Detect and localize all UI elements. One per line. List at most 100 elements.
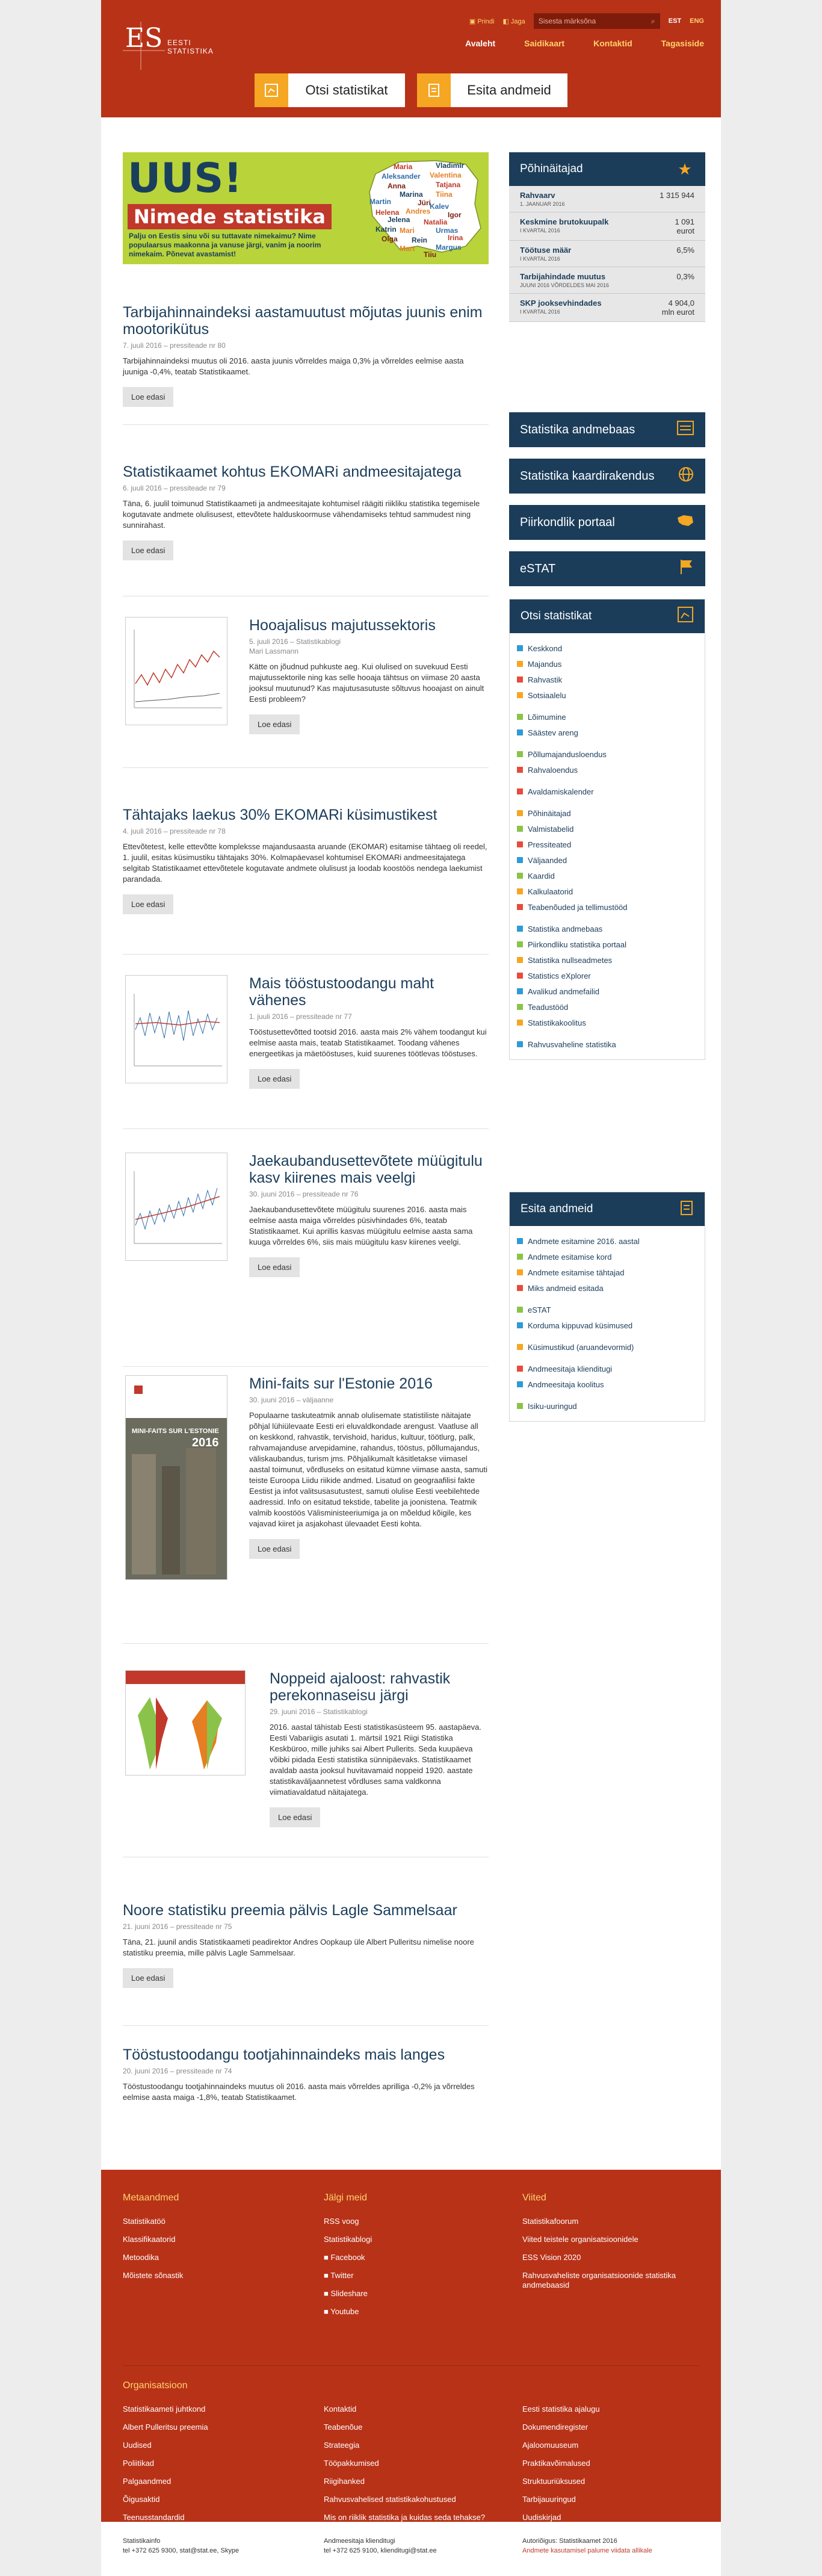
indicator-row[interactable]: SKP jooksevhindades I KVARTAL 2016 4 904,0… [509,294,705,322]
search-input[interactable]: Sisesta märksõna ⌕ [533,13,660,29]
sidebar-link[interactable]: Põllumajandusloendus [517,746,697,762]
footer-link[interactable]: Õigusaktid [123,2495,303,2504]
footer-link[interactable]: Dokumendiregister [522,2423,703,2432]
footer-link[interactable]: Klassifikaatorid [123,2235,303,2244]
bottom-contact[interactable]: tel +372 625 9300, stat@stat.ee, Skype [123,2546,239,2556]
read-more-button[interactable]: Loe edasi [123,387,174,407]
footer-link[interactable]: Statistikatöö [123,2217,303,2226]
sidebar-link[interactable]: Andmeesitaja klienditugi [517,1361,697,1376]
indicator-row[interactable]: Keskmine brutokuupalk I KVARTAL 2016 1 091… [509,212,705,241]
sidebar-link[interactable]: Teabenõuded ja tellimustööd [517,899,697,915]
tile-map-application[interactable]: Statistika kaardirakendus [509,459,705,494]
lang-eng[interactable]: ENG [690,17,704,25]
read-more-button[interactable]: Loe edasi [123,894,174,914]
article-title[interactable]: Mini-faits sur l'Estonie 2016 [249,1375,489,1392]
article-thumbnail-infographic[interactable] [125,1670,246,1776]
read-more-button[interactable]: Loe edasi [249,714,300,734]
sidebar-link[interactable]: Statistika nullseadmetes [517,952,697,968]
print-link[interactable]: ▣ Prindi [469,17,495,25]
publication-cover[interactable]: MINI-FAITS SUR L'ESTONIE 2016 [125,1375,227,1580]
names-statistics-banner[interactable]: UUS! Nimede statistika Palju on Eestis s… [123,152,489,264]
sidebar-link[interactable]: Väljaanded [517,852,697,868]
article-thumbnail-chart[interactable] [125,617,227,725]
sidebar-link[interactable]: Küsimustikud (aruandevormid) [517,1339,697,1355]
nav-contacts[interactable]: Kontaktid [593,39,632,48]
sidebar-link[interactable]: Keskkond [517,640,697,656]
footer-link[interactable]: Tööpakkumised [324,2459,516,2468]
article-title[interactable]: Noppeid ajaloost: rahvastik perekonnasei… [270,1670,489,1704]
article-title[interactable]: Mais tööstustoodangu maht vähenes [249,975,489,1009]
article-title[interactable]: Tähtajaks laekus 30% EKOMARi küsimustike… [123,807,489,823]
footer-link[interactable]: Ajaloomuuseum [522,2441,703,2450]
footer-link[interactable]: Rahvusvaheliste organisatsioonide statis… [522,2271,703,2290]
tile-regional-portal[interactable]: Piirkondlik portaal [509,505,705,540]
sidebar-link[interactable]: Avalikud andmefailid [517,983,697,999]
sidebar-link[interactable]: Sotsiaalelu [517,687,697,703]
footer-link[interactable]: ■ Youtube [324,2307,504,2317]
indicator-row[interactable]: Töötuse määr I KVARTAL 2016 6,5% [509,241,705,267]
footer-link[interactable]: Strateegia [324,2441,516,2450]
footer-link[interactable]: Teabenõue [324,2423,516,2432]
footer-link[interactable]: ■ Facebook [324,2253,504,2262]
read-more-button[interactable]: Loe edasi [123,540,174,560]
read-more-button[interactable]: Loe edasi [270,1807,321,1827]
footer-link[interactable]: Statistikafoorum [522,2217,703,2226]
lang-est[interactable]: EST [669,17,681,25]
share-link[interactable]: ◧ Jaga [502,17,525,25]
footer-link[interactable]: Rahvusvahelised statistikakohustused [324,2495,516,2504]
sidebar-link[interactable]: Pressiteated [517,837,697,852]
bottom-contact[interactable]: tel +372 625 9100, klienditugi@stat.ee [324,2546,437,2556]
sidebar-link[interactable]: Rahvaloendus [517,762,697,778]
sidebar-link[interactable]: Lõimumine [517,709,697,725]
sidebar-link[interactable]: Kalkulaatorid [517,884,697,899]
bottom-citation[interactable]: Andmete kasutamisel palume viidata allik… [522,2546,652,2556]
site-logo[interactable]: ES EESTI STATISTIKA [123,22,213,70]
sidebar-link[interactable]: Kaardid [517,868,697,884]
footer-link[interactable]: Struktuuriüksused [522,2477,703,2486]
search-icon[interactable]: ⌕ [651,17,655,26]
sidebar-link[interactable]: Korduma kippuvad küsimused [517,1317,697,1333]
sidebar-link[interactable]: Majandus [517,656,697,672]
sidebar-link[interactable]: Miks andmeid esitada [517,1280,697,1296]
article-title[interactable]: Jaekaubandusettevõtete müügitulu kasv ki… [249,1153,489,1186]
footer-link[interactable]: Uudiskirjad [522,2513,703,2522]
footer-link[interactable]: Metoodika [123,2253,303,2262]
footer-link[interactable]: Eesti statistika ajalugu [522,2404,703,2414]
footer-link[interactable]: Mis on riiklik statistika ja kuidas seda… [324,2513,516,2522]
footer-link[interactable]: Statistikablogi [324,2235,504,2244]
sidebar-link[interactable]: Statistika andmebaas [517,921,697,937]
footer-link[interactable]: RSS voog [324,2217,504,2226]
nav-home[interactable]: Avaleht [465,39,495,48]
indicator-row[interactable]: Rahvaarv 1. JAANUAR 2016 1 315 944 [509,186,705,212]
footer-link[interactable]: Teenusstandardid [123,2513,303,2522]
sidebar-link[interactable]: Statistics eXplorer [517,968,697,983]
sidebar-link[interactable]: Isiku-uuringud [517,1398,697,1414]
sidebar-link[interactable]: Põhinäitajad [517,805,697,821]
footer-link[interactable]: Riigihanked [324,2477,516,2486]
sidebar-link[interactable]: Andmeesitaja koolitus [517,1376,697,1392]
read-more-button[interactable]: Loe edasi [249,1539,300,1559]
find-statistics-button[interactable]: Otsi statistikat [255,73,405,107]
sidebar-link[interactable]: Rahvusvaheline statistika [517,1036,697,1052]
read-more-button[interactable]: Loe edasi [123,1968,174,1988]
sidebar-link[interactable]: Andmete esitamise kord [517,1249,697,1265]
tile-estat[interactable]: eSTAT [509,551,705,586]
article-title[interactable]: Statistikaamet kohtus EKOMARi andmeesita… [123,463,489,480]
footer-link[interactable]: Viited teistele organisatsioonidele [522,2235,703,2244]
tile-statistics-database[interactable]: Statistika andmebaas [509,412,705,447]
sidebar-link[interactable]: Valmistabelid [517,821,697,837]
footer-link[interactable]: Statistikaameti juhtkond [123,2404,303,2414]
sidebar-link[interactable]: Teadustööd [517,999,697,1015]
submit-data-button[interactable]: Esita andmeid [417,73,567,107]
indicator-row[interactable]: Tarbijahindade muutus JUUNI 2016 VÕRDELDE… [509,267,705,294]
footer-link[interactable]: Poliitikad [123,2459,303,2468]
sidebar-link[interactable]: Andmete esitamine 2016. aastal [517,1233,697,1249]
footer-link[interactable]: Kontaktid [324,2404,516,2414]
footer-link[interactable]: Albert Pulleritsu preemia [123,2423,303,2432]
sidebar-link[interactable]: Avaldamiskalender [517,784,697,799]
article-title[interactable]: Tarbijahinnaindeksi aastamuutust mõjutas… [123,304,489,338]
article-thumbnail-chart[interactable] [125,1153,227,1261]
read-more-button[interactable]: Loe edasi [249,1069,300,1089]
read-more-button[interactable]: Loe edasi [249,1257,300,1277]
footer-link[interactable]: Uudised [123,2441,303,2450]
